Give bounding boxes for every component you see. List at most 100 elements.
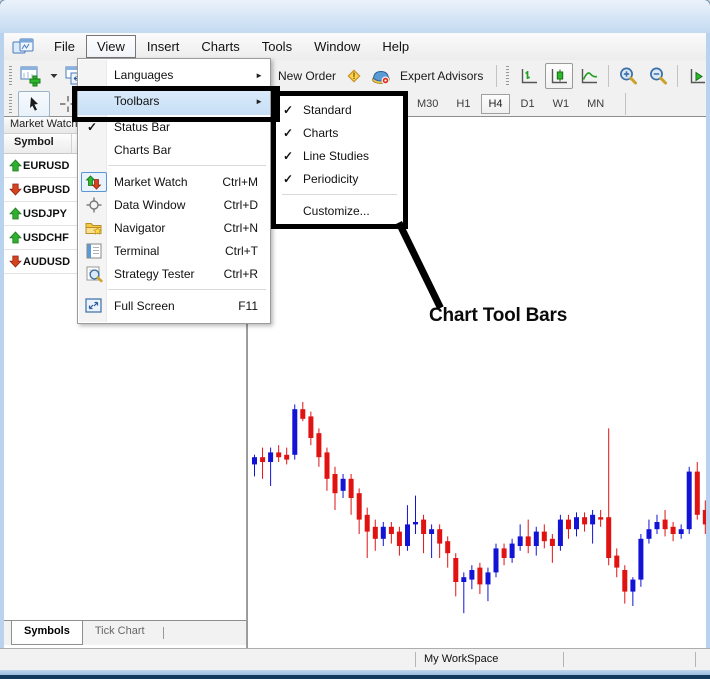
bearish-candle: [373, 527, 378, 539]
menu-item-full-screen[interactable]: Full ScreenF11: [78, 294, 270, 317]
menu-bar-item-help[interactable]: Help: [371, 35, 420, 58]
data-window-icon: [83, 196, 105, 214]
tab-grip[interactable]: [163, 627, 164, 639]
submenu-item-line-studies[interactable]: ✓Line Studies: [276, 144, 403, 167]
title-bar[interactable]: [0, 0, 710, 33]
arrow-up-icon: [9, 231, 23, 244]
toolbar-grip[interactable]: [9, 94, 12, 114]
line-chart-icon: [579, 67, 599, 86]
menu-item-label: Data Window: [114, 198, 185, 212]
symbol-column-header[interactable]: Symbol: [4, 134, 72, 153]
toolbar-separator: [608, 65, 609, 87]
warning-icon: !: [345, 67, 363, 85]
expert-advisors-button[interactable]: Expert Advisors: [400, 69, 483, 83]
timeframe-buttons: M30H1H4D1W1MN: [408, 94, 613, 114]
bearish-candle: [365, 515, 370, 532]
menu-item-strategy-tester[interactable]: Strategy TesterCtrl+R: [78, 262, 270, 285]
candlestick-chart-icon: [549, 67, 569, 86]
bullish-candle: [638, 539, 643, 580]
candlestick-chart-button[interactable]: [545, 63, 573, 89]
tab-tick-chart[interactable]: Tick Chart: [83, 621, 157, 645]
bearish-candle: [671, 527, 676, 534]
bearish-candle: [526, 536, 531, 546]
expert-advisor-icon: [371, 68, 392, 85]
submenu-item-standard[interactable]: ✓Standard: [276, 98, 403, 121]
status-separator: [415, 652, 416, 667]
menu-separator: [78, 285, 270, 294]
zoom-out-icon: [648, 66, 669, 86]
menu-item-toolbars[interactable]: Toolbars►: [78, 87, 270, 115]
menu-item-shortcut: Ctrl+N: [224, 221, 258, 235]
window-frame-bottom: [0, 670, 710, 679]
status-bar: My WorkSpace: [0, 648, 710, 670]
bullish-candle: [534, 532, 539, 546]
line-chart-button[interactable]: [575, 63, 603, 89]
new-order-button[interactable]: New Order: [278, 69, 336, 83]
expert-advisor-button[interactable]: [368, 63, 394, 89]
menu-item-status-bar[interactable]: ✓Status Bar: [78, 115, 270, 138]
auto-scroll-icon: [687, 67, 707, 86]
bars-chart-button[interactable]: [515, 63, 543, 89]
menu-item-languages[interactable]: Languages►: [78, 63, 270, 87]
menu-item-navigator[interactable]: NavigatorCtrl+N: [78, 216, 270, 239]
menu-item-terminal[interactable]: TerminalCtrl+T: [78, 239, 270, 262]
bullish-candle: [461, 577, 466, 582]
submenu-separator: [276, 190, 403, 199]
menu-bar-item-view[interactable]: View: [86, 35, 136, 58]
timeframe-button-m30[interactable]: M30: [410, 94, 445, 114]
bearish-candle: [502, 548, 507, 558]
menu-item-label: Terminal: [114, 244, 159, 258]
new-chart-button[interactable]: [18, 63, 46, 89]
toolbar-grip[interactable]: [506, 66, 509, 86]
zoom-out-button[interactable]: [644, 63, 672, 89]
chart-tools-group: [492, 60, 710, 92]
crosshair-icon: [58, 94, 78, 114]
timeframe-button-h1[interactable]: H1: [449, 94, 477, 114]
submenu-item-customize[interactable]: Customize...: [276, 199, 403, 222]
menu-bar-item-tools[interactable]: Tools: [251, 35, 303, 58]
alerts-button[interactable]: !: [342, 63, 366, 89]
dropdown-caret-icon: [50, 73, 58, 79]
bearish-candle: [325, 452, 330, 478]
status-separator: [695, 652, 696, 667]
line-tools-group: [4, 92, 85, 116]
zoom-in-button[interactable]: [614, 63, 642, 89]
bullish-candle: [341, 479, 346, 491]
arrow-down-icon: [9, 255, 23, 268]
menu-separator: [78, 161, 270, 170]
bullish-candle: [405, 524, 410, 546]
auto-scroll-button[interactable]: [683, 63, 710, 89]
submenu-item-charts[interactable]: ✓Charts: [276, 121, 403, 144]
submenu-arrow-icon: ►: [255, 97, 263, 106]
menu-item-shortcut: Ctrl+M: [222, 175, 258, 189]
chart-dropdown-caret[interactable]: [50, 73, 58, 79]
menu-item-data-window[interactable]: Data WindowCtrl+D: [78, 193, 270, 216]
bullish-candle: [630, 580, 635, 592]
submenu-item-label: Charts: [303, 126, 338, 140]
arrow-up-icon: [9, 207, 23, 220]
chart-type-buttons: [514, 63, 604, 89]
menu-bar-item-window[interactable]: Window: [303, 35, 371, 58]
timeframe-button-d1[interactable]: D1: [514, 94, 542, 114]
timeframe-button-mn[interactable]: MN: [580, 94, 611, 114]
cursor-button[interactable]: [18, 91, 50, 117]
arrow-up-icon: [9, 159, 23, 172]
bearish-candle: [477, 568, 482, 585]
bearish-candle: [260, 457, 265, 462]
app-logo-icon: [12, 38, 34, 56]
submenu-item-periodicity[interactable]: ✓Periodicity: [276, 167, 403, 190]
full-screen-icon: [83, 298, 105, 314]
timeframe-button-w1[interactable]: W1: [546, 94, 577, 114]
submenu-item-label: Line Studies: [303, 149, 369, 163]
menu-bar-item-file[interactable]: File: [43, 35, 86, 58]
menu-bar-item-charts[interactable]: Charts: [190, 35, 250, 58]
menu-item-market-watch[interactable]: Market WatchCtrl+M: [78, 170, 270, 193]
window-frame-right: [706, 33, 710, 670]
tab-symbols[interactable]: Symbols: [11, 621, 83, 645]
timeframe-button-h4[interactable]: H4: [481, 94, 509, 114]
toolbar-grip[interactable]: [9, 66, 12, 86]
annotation-label: Chart Tool Bars: [429, 305, 567, 327]
menu-bar-item-insert[interactable]: Insert: [136, 35, 191, 58]
menu-item-charts-bar[interactable]: Charts Bar: [78, 138, 270, 161]
bullish-candle: [252, 457, 257, 464]
